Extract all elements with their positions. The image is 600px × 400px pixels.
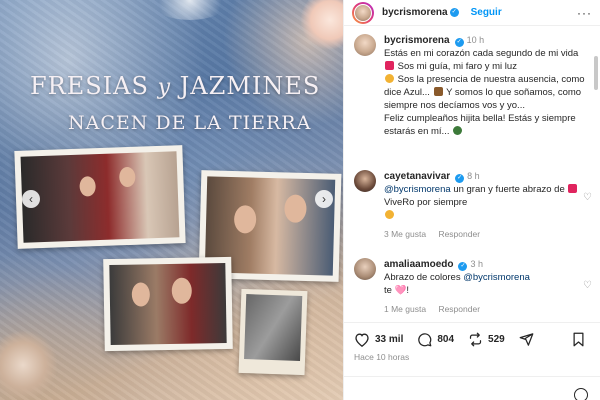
avatar-image (354, 3, 372, 22)
title-connector: y (157, 75, 172, 100)
comment-item: cayetanavivar ✓ 8 h @bycrismorena un gran … (354, 170, 592, 241)
image-title: FRESIAS y JAZMINES (30, 72, 320, 100)
commenter-avatar[interactable] (354, 170, 376, 192)
comment-username[interactable]: cayetanavivar (384, 171, 450, 182)
caption-text: Sos mi guía, mi faro y mi luz (397, 61, 517, 72)
post-header: bycrismorena ✓ Seguir ··· (344, 0, 600, 26)
comment-item: amaliaamoedo ✓ 3 h Abrazo de colores @bycr… (354, 258, 592, 316)
smile-emoji-icon (385, 210, 394, 219)
butterfly-emoji-icon (433, 87, 443, 96)
photo-vintage-children (238, 288, 308, 376)
heart-icon (355, 333, 369, 347)
share-button[interactable] (519, 332, 539, 347)
caption-item: bycrismorena ✓ 10 h Estás en mi corazón ca… (354, 34, 586, 138)
image-subtitle: NACEN DE LA TIERRA (68, 112, 312, 134)
turtle-emoji-icon (453, 126, 463, 135)
verified-badge-icon: ✓ (454, 38, 464, 47)
bookmark-icon (573, 332, 584, 347)
comment-mention[interactable]: @bycrismorena (463, 272, 530, 283)
comment-text: te 🩷! (384, 285, 410, 296)
comment-text: ViveRo por siempre (384, 197, 468, 208)
comments-count: 804 (437, 334, 455, 345)
reply-button[interactable]: Responder (438, 229, 480, 239)
author-avatar[interactable] (352, 1, 374, 24)
title-word: JAZMINES (179, 72, 321, 100)
comments-scrollbar[interactable] (594, 56, 598, 90)
caption-text: Feliz cumpleaños hijita bella! Estás y s… (384, 113, 576, 137)
likes-count: 33 mil (375, 334, 404, 345)
chevron-right-icon: › (322, 192, 326, 206)
reposts-count: 529 (488, 334, 505, 345)
reply-button[interactable]: Responder (438, 304, 480, 314)
comment-time: 3 h (470, 259, 483, 269)
comment-text: un gran y fuerte abrazo de (453, 184, 565, 195)
more-options-icon[interactable]: ··· (577, 6, 592, 20)
post-image[interactable]: FRESIAS y JAZMINES NACEN DE LA TIERRA ‹ … (0, 0, 343, 400)
title-word: FRESIAS (30, 72, 149, 100)
save-button[interactable] (572, 332, 590, 347)
like-comment-heart-icon[interactable]: ♡ (583, 192, 592, 203)
like-button[interactable]: 33 mil (354, 332, 403, 347)
repost-button[interactable]: 529 (468, 332, 505, 347)
comment-time: 8 h (467, 171, 480, 181)
post-sidebar: bycrismorena ✓ Seguir ··· bycrismorena ✓ 1… (343, 0, 600, 400)
author-username[interactable]: bycrismorena (382, 7, 448, 18)
photo-father-daughter (103, 256, 233, 352)
comment-likes[interactable]: 3 Me gusta (384, 229, 426, 239)
comments-list[interactable]: bycrismorena ✓ 10 h Estás en mi corazón ca… (344, 26, 600, 322)
comment-likes[interactable]: 1 Me gusta (384, 304, 426, 314)
verified-badge-icon: ✓ (458, 262, 468, 271)
repost-icon (469, 332, 482, 347)
red-heart-emoji-icon (385, 61, 394, 70)
comment-mention[interactable]: @bycrismorena (384, 184, 451, 195)
verified-badge-icon: ✓ (449, 8, 459, 17)
comment-text: Abrazo de colores (384, 272, 461, 283)
chevron-left-icon: ‹ (29, 192, 33, 206)
red-heart-emoji-icon (568, 184, 578, 193)
action-bar: 33 mil 804 529 (344, 322, 600, 356)
comment-bubble-icon (418, 333, 432, 347)
next-slide-button[interactable]: › (315, 190, 333, 208)
caption-time: 10 h (466, 35, 485, 45)
emoji-picker-icon[interactable] (574, 388, 588, 400)
commenter-avatar[interactable] (354, 258, 376, 280)
photo-women-pair (14, 145, 186, 249)
add-comment-area[interactable] (344, 376, 600, 400)
caption-username[interactable]: bycrismorena (384, 35, 450, 46)
prev-slide-button[interactable]: ‹ (22, 190, 40, 208)
verified-badge-icon: ✓ (455, 174, 465, 183)
post-timestamp[interactable]: Hace 10 horas (354, 352, 409, 362)
comment-username[interactable]: amaliaamoedo (384, 259, 453, 270)
comment-button[interactable]: 804 (417, 332, 454, 347)
face-emoji-icon (385, 74, 394, 83)
follow-button[interactable]: Seguir (471, 7, 502, 18)
caption-text: Estás en mi corazón cada segundo de mi v… (384, 48, 579, 59)
send-icon (519, 333, 534, 346)
like-comment-heart-icon[interactable]: ♡ (583, 280, 592, 291)
author-avatar[interactable] (354, 34, 376, 56)
